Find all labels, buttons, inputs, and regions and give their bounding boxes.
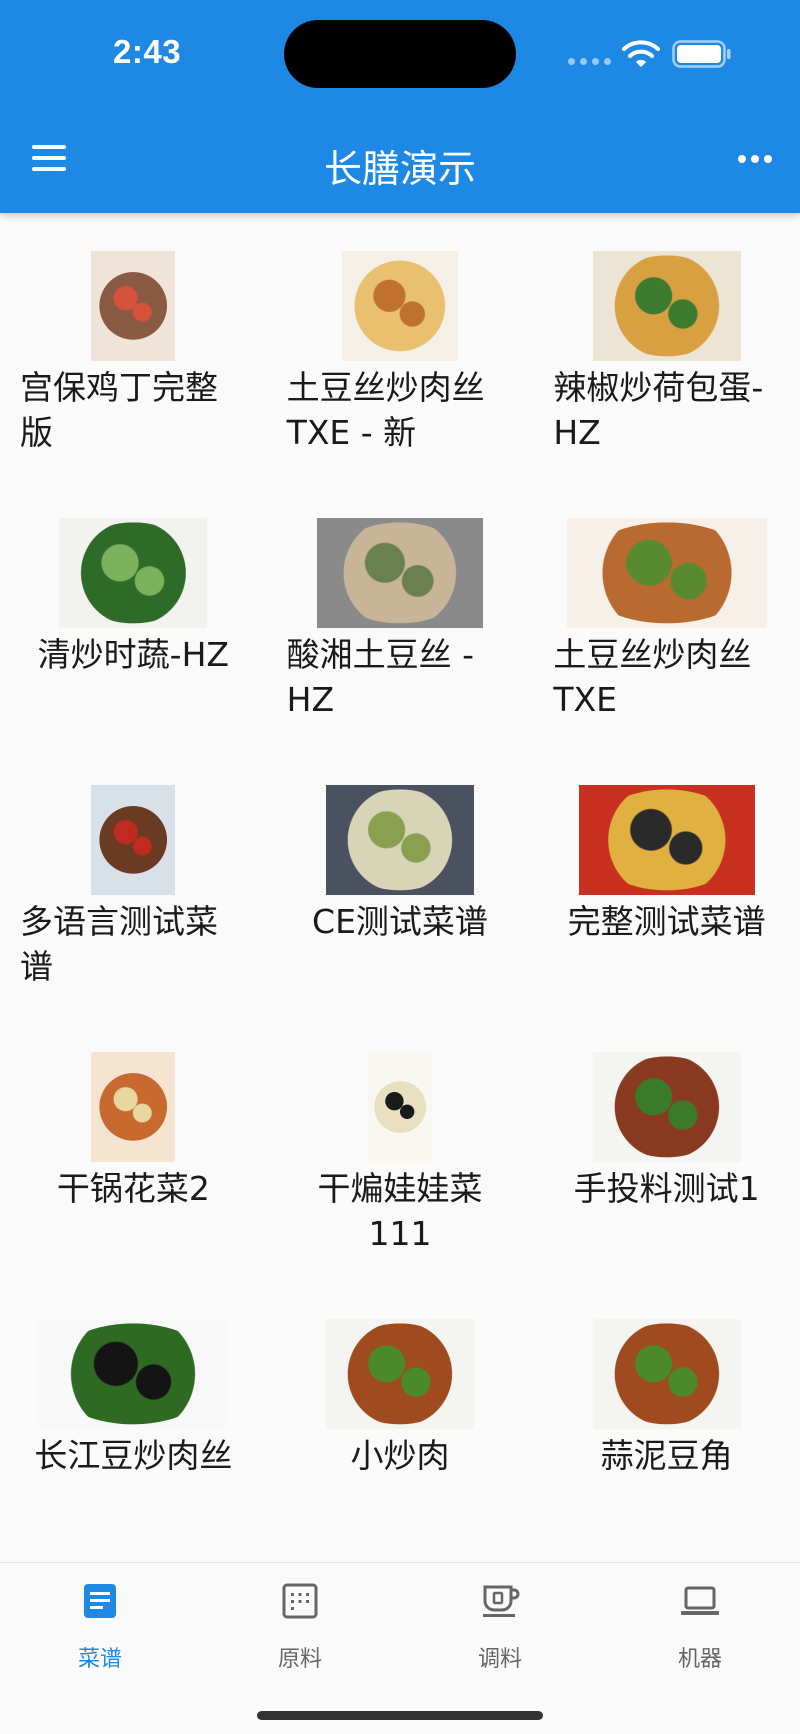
nav-item-ingredients[interactable]: 原料 bbox=[200, 1563, 400, 1734]
recipe-name: 小炒肉 bbox=[350, 1436, 450, 1475]
recipe-image bbox=[566, 518, 767, 628]
recipe-image bbox=[91, 251, 176, 361]
recipe-image bbox=[578, 785, 755, 895]
recipe-name: 辣椒炒荷包蛋-HZ bbox=[553, 368, 764, 452]
recipe-name: 土豆丝炒肉丝TXE - 新 bbox=[286, 368, 485, 452]
recipe-name: 土豆丝炒肉丝TXE bbox=[553, 635, 752, 719]
nav-item-machines[interactable]: 机器 bbox=[600, 1563, 800, 1734]
page-title: 长膳演示 bbox=[323, 147, 476, 191]
dynamic-island bbox=[284, 20, 516, 88]
recipe-image bbox=[592, 1319, 741, 1429]
recipe-name: 宫保鸡丁完整版 bbox=[20, 368, 218, 452]
recipe-card[interactable]: 小炒肉 bbox=[267, 1281, 534, 1548]
wifi-icon bbox=[622, 40, 660, 67]
laptop-machine-icon bbox=[681, 1586, 719, 1615]
recipe-image bbox=[91, 1052, 176, 1162]
recipe-name: 清炒时蔬-HZ bbox=[37, 635, 229, 674]
recipe-card[interactable]: 干锅花菜2 bbox=[0, 1014, 267, 1281]
nav-label: 调料 bbox=[477, 1647, 522, 1672]
recipe-card[interactable]: 手投料测试1 bbox=[533, 1014, 800, 1281]
recipe-name: 干锅花菜2 bbox=[56, 1169, 210, 1208]
more-horizontal-icon[interactable] bbox=[738, 155, 772, 163]
recipe-grid: 宫保鸡丁完整版 土豆丝炒肉丝TXE - 新辣椒炒荷包蛋-HZ 清炒时蔬-HZ 酸湘土豆… bbox=[0, 213, 800, 1548]
recipe-card[interactable]: CE测试菜谱 bbox=[267, 747, 534, 1014]
status-time: 2:43 bbox=[113, 33, 182, 70]
recipe-card[interactable]: 蒜泥豆角 bbox=[533, 1281, 800, 1548]
recipe-image bbox=[325, 1319, 474, 1429]
nav-label: 机器 bbox=[677, 1647, 722, 1672]
nav-label: 原料 bbox=[277, 1647, 322, 1672]
recipe-card[interactable]: 土豆丝炒肉丝TXE - 新 bbox=[267, 213, 534, 480]
recipe-card[interactable]: 酸湘土豆丝 - HZ bbox=[267, 480, 534, 747]
recipe-name: 手投料测试1 bbox=[573, 1169, 760, 1208]
recipe-image bbox=[592, 1052, 741, 1162]
recipe-book-icon bbox=[84, 1584, 116, 1618]
recipe-name: 蒜泥豆角 bbox=[600, 1436, 733, 1475]
battery-icon bbox=[672, 40, 731, 68]
recipe-image bbox=[316, 518, 483, 628]
ingredients-grid-icon bbox=[282, 1583, 318, 1619]
recipe-image bbox=[38, 1319, 229, 1429]
recipe-name: 多语言测试菜谱 bbox=[20, 902, 218, 986]
bottom-navigation: 菜谱 原料 调料 机器 bbox=[0, 1562, 800, 1734]
recipe-card[interactable]: 宫保鸡丁完整版 bbox=[0, 213, 267, 480]
recipe-name: 完整测试菜谱 bbox=[567, 902, 766, 941]
recipe-image bbox=[91, 785, 176, 895]
recipe-image bbox=[59, 518, 208, 628]
recipe-card[interactable]: 清炒时蔬-HZ bbox=[0, 480, 267, 747]
recipe-card[interactable]: 干煸娃娃菜111 bbox=[267, 1014, 534, 1281]
recipe-name: 酸湘土豆丝 - HZ bbox=[286, 635, 475, 719]
recipe-image bbox=[325, 785, 474, 895]
recipe-name: CE测试菜谱 bbox=[312, 902, 488, 941]
app-header: 2:43 长膳演示 bbox=[0, 0, 800, 213]
home-indicator bbox=[257, 1711, 543, 1720]
recipe-name: 长江豆炒肉丝 bbox=[34, 1436, 233, 1475]
cellular-signal-icon bbox=[568, 58, 611, 65]
recipe-image bbox=[367, 1052, 432, 1162]
nav-item-recipes[interactable]: 菜谱 bbox=[0, 1563, 200, 1734]
nav-item-seasonings[interactable]: 调料 bbox=[400, 1563, 600, 1734]
recipe-image bbox=[592, 251, 741, 361]
recipe-card[interactable]: 多语言测试菜谱 bbox=[0, 747, 267, 1014]
recipe-card[interactable]: 土豆丝炒肉丝TXE bbox=[533, 480, 800, 747]
recipe-card[interactable]: 辣椒炒荷包蛋-HZ bbox=[533, 213, 800, 480]
recipe-name: 干煸娃娃菜111 bbox=[317, 1169, 483, 1253]
recipe-card[interactable]: 完整测试菜谱 bbox=[533, 747, 800, 1014]
recipe-card[interactable]: 长江豆炒肉丝 bbox=[0, 1281, 267, 1548]
seasoning-cup-icon bbox=[483, 1585, 520, 1617]
recipe-image bbox=[341, 251, 458, 361]
nav-label: 菜谱 bbox=[77, 1647, 122, 1672]
